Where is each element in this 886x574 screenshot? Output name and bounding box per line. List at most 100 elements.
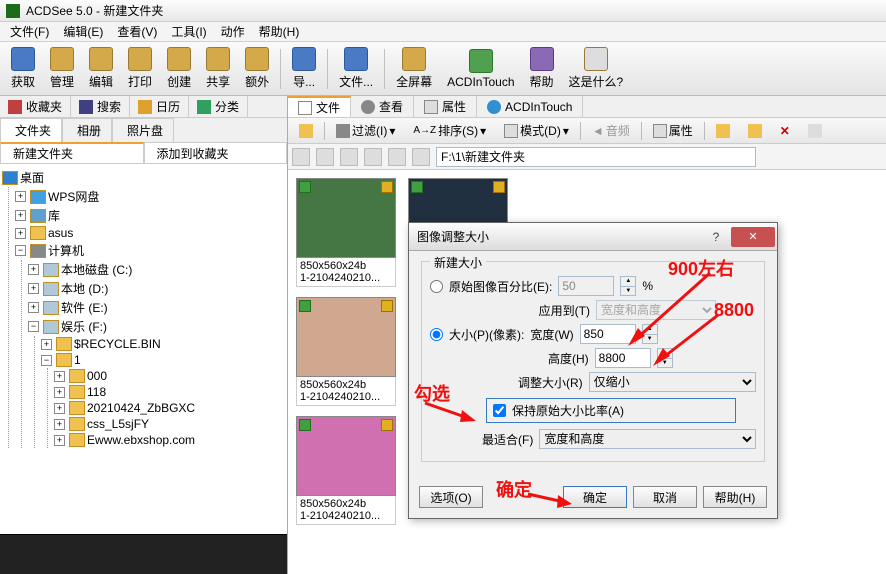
dialog-close-button[interactable]: ✕: [731, 227, 775, 247]
tree-cdrive[interactable]: +本地磁盘 (C:): [28, 260, 285, 279]
menu-help[interactable]: 帮助(H): [253, 21, 306, 42]
menu-edit[interactable]: 编辑(E): [57, 21, 109, 42]
tree-ddrive[interactable]: +本地 (D:): [28, 279, 285, 298]
nav-hist-icon[interactable]: [388, 148, 406, 166]
rb-filter[interactable]: 过滤(I)▾: [329, 119, 402, 142]
rb-more[interactable]: [801, 121, 829, 141]
spinner-width[interactable]: ▲▼: [642, 324, 658, 344]
ltab2-folders[interactable]: 文件夹: [0, 118, 62, 142]
tree-ewww[interactable]: +Ewww.ebxshop.com: [54, 432, 285, 448]
create-icon: [167, 47, 191, 71]
button-ok[interactable]: 确定: [563, 486, 627, 508]
ltab-search[interactable]: 搜索: [71, 96, 130, 117]
ltab-calendar[interactable]: 日历: [130, 96, 189, 117]
tb-nav[interactable]: 导...: [285, 44, 323, 93]
drive-icon: [43, 282, 59, 296]
tree-edrive[interactable]: +软件 (E:): [28, 298, 285, 317]
left-panel: 收藏夹 搜索 日历 分类 文件夹 相册 照片盘 新建文件夹 添加到收藏夹 桌面 …: [0, 96, 288, 574]
window-titlebar: ACDSee 5.0 - 新建文件夹: [0, 0, 886, 22]
tb-share[interactable]: 共享: [199, 44, 237, 93]
tree-desktop[interactable]: 桌面: [2, 168, 285, 187]
subtab-newfolder[interactable]: 新建文件夹: [0, 142, 144, 163]
menu-actions[interactable]: 动作: [215, 21, 251, 42]
input-width[interactable]: [580, 324, 636, 344]
nav-fav-icon[interactable]: [412, 148, 430, 166]
dialog-title: 图像调整大小: [417, 228, 489, 245]
percent-symbol: %: [642, 279, 653, 293]
label-applyto: 应用到(T): [539, 302, 590, 319]
dialog-titlebar[interactable]: 图像调整大小 ? ✕: [409, 223, 777, 251]
thumbnail[interactable]: 850x560x24b1-2104240210...: [296, 297, 398, 406]
window-title: ACDSee 5.0 - 新建文件夹: [26, 2, 163, 19]
tb-acquire[interactable]: 获取: [4, 44, 42, 93]
drive-icon: [43, 263, 59, 277]
spinner-height[interactable]: ▲▼: [657, 348, 673, 368]
ltab-category[interactable]: 分类: [189, 96, 248, 117]
tb-print[interactable]: 打印: [121, 44, 159, 93]
checkbox-keepratio[interactable]: [493, 404, 506, 417]
rb-delete[interactable]: ✕: [773, 121, 797, 141]
input-height[interactable]: [595, 348, 651, 368]
ltab2-albums[interactable]: 相册: [62, 118, 112, 142]
folder-tree[interactable]: 桌面 +WPS网盘 +库 +asus −计算机 +本地磁盘 (C:) +本地 (…: [0, 164, 287, 534]
tb-acdintouch[interactable]: ACDInTouch: [440, 46, 521, 92]
subtab-addfav[interactable]: 添加到收藏夹: [144, 142, 288, 163]
button-options[interactable]: 选项(O): [419, 486, 483, 508]
rtab-acdin[interactable]: ACDInTouch: [477, 96, 583, 117]
menu-view[interactable]: 查看(V): [111, 21, 163, 42]
right-toolbar: 过滤(I)▾ A→Z排序(S)▾ 模式(D)▾ ◄音频 属性 ✕: [288, 118, 886, 144]
menu-file[interactable]: 文件(F): [4, 21, 55, 42]
tb-whatsthis[interactable]: 这是什么?: [562, 44, 631, 93]
tree-000[interactable]: +000: [54, 368, 285, 384]
thumbnail[interactable]: 850x560x24b1-2104240210...: [296, 178, 398, 287]
nav-up-icon[interactable]: [340, 148, 358, 166]
rb-audio[interactable]: ◄音频: [585, 119, 637, 142]
rtab-props[interactable]: 属性: [414, 96, 477, 117]
select-bestfit[interactable]: 宽度和高度: [539, 429, 756, 449]
nav-fwd-icon[interactable]: [316, 148, 334, 166]
tree-lib[interactable]: +库: [15, 206, 285, 225]
tb-help[interactable]: 帮助: [523, 44, 561, 93]
thumb-name: 1-2104240210...: [300, 272, 392, 284]
tb-manage[interactable]: 管理: [43, 44, 81, 93]
rb-sort[interactable]: A→Z排序(S)▾: [406, 119, 493, 142]
thumbnail[interactable]: 850x560x24b1-2104240210...: [296, 416, 398, 525]
select-resize[interactable]: 仅缩小: [589, 372, 756, 392]
tb-fullscreen[interactable]: 全屏幕: [389, 44, 439, 93]
rb-move[interactable]: [741, 121, 769, 141]
rb-props[interactable]: 属性: [646, 119, 700, 142]
rtab-view[interactable]: 查看: [351, 96, 414, 117]
tb-file[interactable]: 文件...: [332, 44, 380, 93]
tb-edit[interactable]: 编辑: [82, 44, 120, 93]
dialog-help-button[interactable]: ?: [703, 227, 729, 247]
menu-tools[interactable]: 工具(I): [165, 21, 212, 42]
ltab2-photodisc[interactable]: 照片盘: [112, 118, 174, 142]
button-cancel[interactable]: 取消: [633, 486, 697, 508]
tag-icon: [299, 181, 311, 193]
nav-back-icon[interactable]: [292, 148, 310, 166]
path-input[interactable]: [436, 147, 756, 167]
tree-118[interactable]: +118: [54, 384, 285, 400]
nav-home-icon[interactable]: [364, 148, 382, 166]
tree-date[interactable]: +20210424_ZbBGXC: [54, 400, 285, 416]
spinner-percent[interactable]: ▲▼: [620, 276, 636, 296]
tree-computer[interactable]: −计算机: [15, 241, 285, 260]
ltab-fav[interactable]: 收藏夹: [0, 96, 71, 117]
tree-wps[interactable]: +WPS网盘: [15, 187, 285, 206]
button-help[interactable]: 帮助(H): [703, 486, 767, 508]
tree-asus[interactable]: +asus: [15, 225, 285, 241]
tree-css[interactable]: +css_L5sjFY: [54, 416, 285, 432]
tb-create[interactable]: 创建: [160, 44, 198, 93]
rb-copy[interactable]: [709, 121, 737, 141]
radio-pixels[interactable]: [430, 328, 443, 341]
tree-fdrive[interactable]: −娱乐 (F:): [28, 317, 285, 336]
radio-percent[interactable]: [430, 280, 443, 293]
tree-1[interactable]: −1: [41, 352, 285, 368]
rb-folder[interactable]: [292, 121, 320, 141]
folder-icon: [56, 353, 72, 367]
tree-recycle[interactable]: +$RECYCLE.BIN: [41, 336, 285, 352]
tb-extra[interactable]: 额外: [238, 44, 276, 93]
rtab-file[interactable]: 文件: [288, 96, 351, 117]
badge-icon: [493, 181, 505, 193]
rb-mode[interactable]: 模式(D)▾: [497, 119, 576, 142]
